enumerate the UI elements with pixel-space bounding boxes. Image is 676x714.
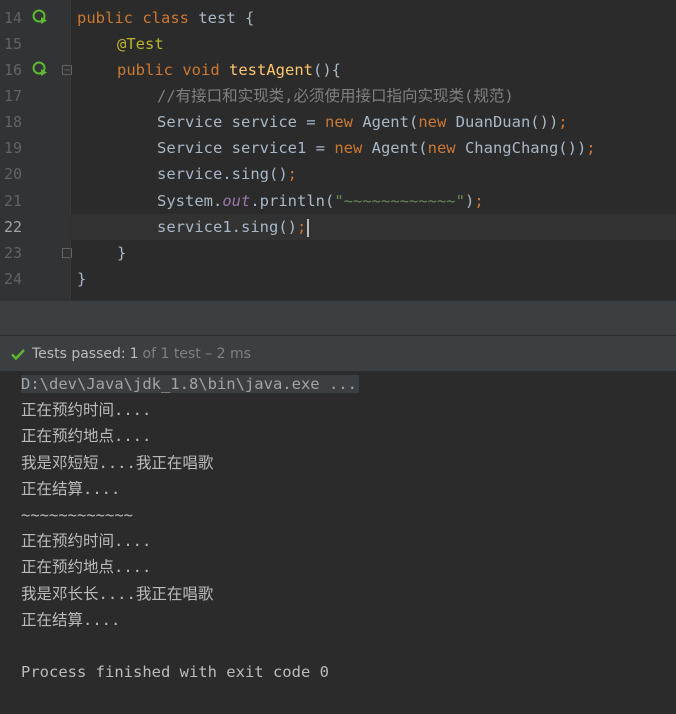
console-line: 正在结算.... — [21, 611, 121, 629]
console-line: 正在结算.... — [21, 480, 121, 498]
tests-passed-label: Tests passed: — [32, 345, 126, 362]
code-text: } — [117, 244, 127, 262]
gutter-line-19: 19 — [0, 135, 70, 161]
editor-gutter: 14 15 16 17 18 19 20 21 22 23 24 — [0, 0, 72, 300]
console-line: 正在预约时间.... — [21, 532, 152, 550]
tests-passed-count: 1 — [129, 345, 139, 362]
keyword: new — [334, 139, 363, 157]
gutter-divider — [70, 0, 71, 300]
code-line-18[interactable]: Service service = new Agent(new DuanDuan… — [157, 109, 568, 135]
code-text: (){ — [313, 61, 342, 79]
code-line-15[interactable]: @Test — [117, 31, 164, 57]
method-name: testAgent — [229, 61, 314, 79]
code-line-14[interactable]: public class test { — [77, 5, 254, 31]
keyword: class — [142, 9, 190, 27]
code-text: service.sing() — [157, 165, 288, 183]
code-line-23[interactable]: } — [117, 240, 126, 266]
annotation: @Test — [117, 35, 164, 53]
console-output[interactable]: D:\dev\Java\jdk_1.8\bin\java.exe ... 正在预… — [0, 371, 676, 714]
gutter-line-14: 14 — [0, 5, 70, 31]
line-number: 23 — [4, 244, 23, 262]
code-text: .println( — [250, 192, 335, 210]
keyword: public — [77, 9, 133, 27]
code-line-16[interactable]: public void testAgent(){ — [117, 57, 341, 83]
gutter-line-16: 16 — [0, 57, 72, 83]
gutter-line-15: 15 — [0, 31, 70, 57]
code-text: Service service1 = — [157, 139, 335, 157]
code-text: ChangChang()) — [455, 139, 587, 157]
code-line-19[interactable]: Service service1 = new Agent(new ChangCh… — [157, 135, 596, 161]
process-finished-line: Process finished with exit code 0 — [21, 663, 329, 681]
code-text: service1.sing() — [157, 218, 297, 236]
gutter-line-24: 24 — [0, 266, 70, 292]
code-line-21[interactable]: System.out.println("~~~~~~~~~~~~"); — [157, 188, 484, 214]
console-command[interactable]: D:\dev\Java\jdk_1.8\bin\java.exe ... — [21, 375, 359, 393]
gutter-line-18: 18 — [0, 109, 70, 135]
code-line-24[interactable]: } — [77, 266, 86, 292]
console-line: 正在预约时间.... — [21, 401, 152, 419]
run-test-icon[interactable] — [32, 61, 48, 77]
gutter-line-23: 23 — [0, 240, 72, 266]
comment: //有接口和实现类,必须使用接口指向实现类(规范) — [157, 87, 514, 105]
console-line: 正在预约地点.... — [21, 427, 152, 445]
tests-summary: of 1 test – 2 ms — [142, 345, 251, 362]
line-number: 18 — [4, 113, 23, 131]
console-command-line[interactable]: D:\dev\Java\jdk_1.8\bin\java.exe ... — [21, 371, 359, 397]
run-test-icon[interactable] — [32, 9, 48, 25]
line-number: 19 — [4, 139, 23, 157]
line-number: 15 — [4, 35, 23, 53]
keyword: new — [324, 113, 353, 131]
keyword: new — [427, 139, 456, 157]
code-text: Agent( — [362, 139, 428, 157]
code-text: test { — [189, 9, 255, 27]
line-number-current: 22 — [4, 218, 23, 236]
code-text: } — [77, 270, 87, 288]
gutter-line-21: 21 — [0, 188, 70, 214]
keyword: new — [418, 113, 447, 131]
keyword: void — [182, 61, 220, 79]
test-status-bar: Tests passed: 1 of 1 test – 2 ms — [0, 335, 676, 371]
line-number: 16 — [4, 61, 23, 79]
semicolon: ; — [474, 192, 484, 210]
console-line: 我是邓长长....我正在唱歌 — [21, 585, 214, 603]
panel-splitter[interactable] — [0, 300, 676, 336]
string-literal: "~~~~~~~~~~~~" — [334, 192, 465, 210]
code-text: Service service = — [157, 113, 325, 131]
code-text: Agent( — [352, 113, 419, 131]
semicolon: ; — [558, 113, 568, 131]
console-line: ~~~~~~~~~~~~ — [21, 506, 133, 524]
gutter-line-20: 20 — [0, 161, 70, 187]
gutter-line-22: 22 — [0, 214, 70, 240]
line-number: 17 — [4, 87, 23, 105]
gutter-line-17: 17 — [0, 83, 70, 109]
keyword: public — [117, 61, 173, 79]
line-number: 20 — [4, 165, 23, 183]
text-cursor — [307, 218, 310, 237]
console-line: 我是邓短短....我正在唱歌 — [21, 454, 214, 472]
line-number: 21 — [4, 192, 23, 210]
static-field: out — [222, 192, 251, 210]
line-number: 24 — [4, 270, 23, 288]
line-number: 14 — [4, 9, 23, 27]
check-icon — [11, 348, 25, 360]
code-text: DuanDuan()) — [446, 113, 559, 131]
semicolon: ; — [296, 218, 307, 236]
console-line: 正在预约地点.... — [21, 558, 152, 576]
code-editor[interactable]: 14 15 16 17 18 19 20 21 22 23 24 public … — [0, 0, 676, 300]
code-line-17[interactable]: //有接口和实现类,必须使用接口指向实现类(规范) — [157, 83, 514, 109]
semicolon: ; — [287, 165, 297, 183]
code-line-20[interactable]: service.sing(); — [157, 161, 297, 187]
semicolon: ; — [586, 139, 596, 157]
code-text: ) — [464, 192, 475, 210]
code-text: System. — [157, 192, 223, 210]
code-line-22[interactable]: service1.sing(); — [157, 214, 310, 240]
